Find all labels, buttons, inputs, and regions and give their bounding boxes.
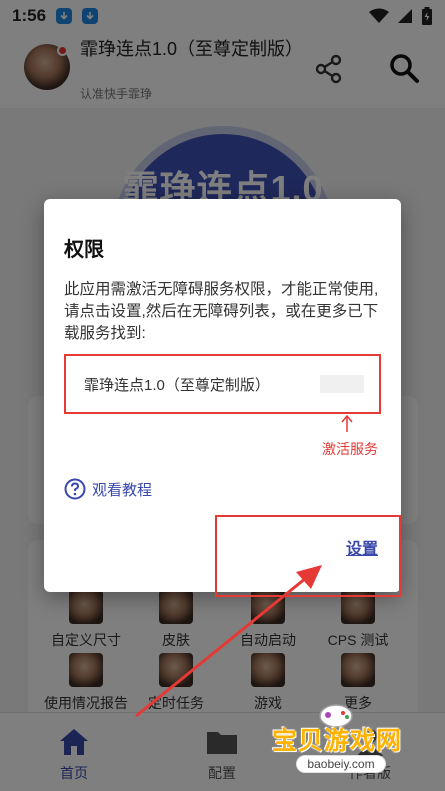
tutorial-label: 观看教程 bbox=[92, 481, 153, 499]
help-icon bbox=[64, 478, 86, 500]
watermark-text: 宝贝游戏网 bbox=[272, 727, 403, 755]
watch-tutorial-link[interactable]: 观看教程 bbox=[64, 478, 152, 500]
watermark-url: baobeiy.com bbox=[296, 755, 386, 773]
service-toggle[interactable] bbox=[320, 375, 364, 393]
watermark-logo: 宝贝游戏网 baobeiy.com bbox=[266, 700, 416, 778]
service-name: 霏琤连点1.0（至尊定制版） bbox=[84, 377, 270, 394]
up-arrow-icon bbox=[341, 415, 353, 432]
activate-service-hint: 激活服务 bbox=[322, 441, 378, 457]
dialog-title: 权限 bbox=[64, 239, 104, 261]
settings-highlight-box bbox=[215, 515, 401, 597]
dialog-message: 此应用需激活无障碍服务权限，才能正常使用,请点击设置,然后在无障碍列表，或在更多… bbox=[64, 281, 379, 342]
service-entry[interactable]: 霏琤连点1.0（至尊定制版） bbox=[64, 354, 381, 414]
